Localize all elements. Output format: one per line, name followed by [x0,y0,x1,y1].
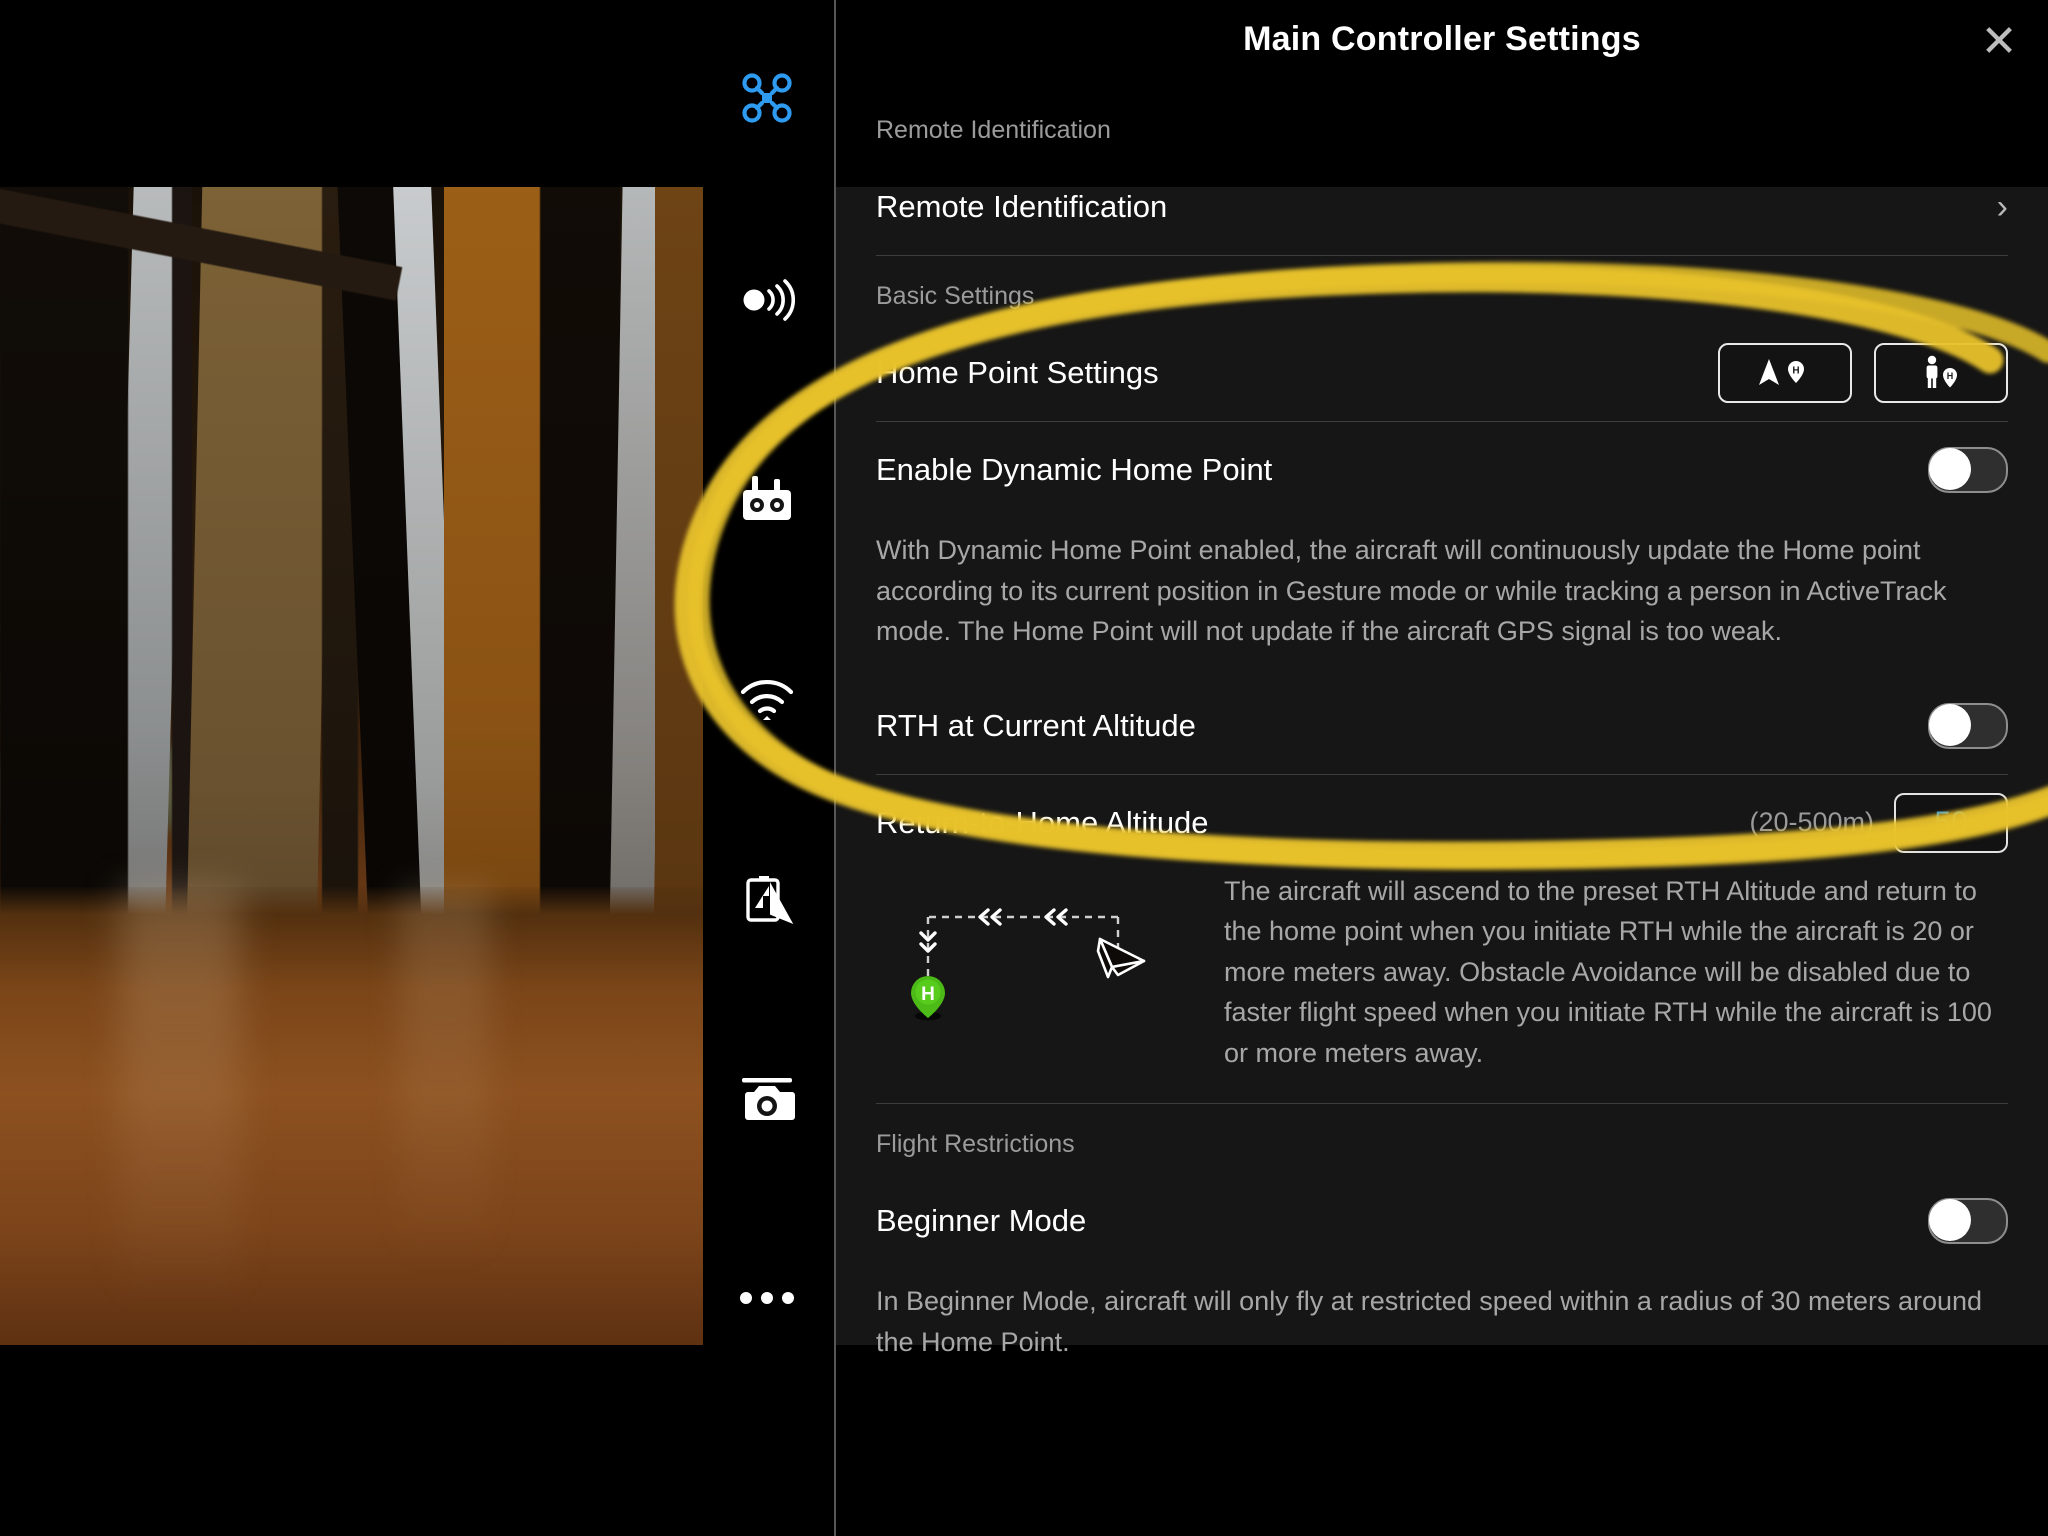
row-label: Home Point Settings [876,355,1159,390]
more-icon [740,1292,794,1304]
dynamic-home-point-description: With Dynamic Home Point enabled, the air… [876,535,1947,646]
settings-scroll-area[interactable]: Remote Identification Remote Identificat… [836,90,2048,1536]
rth-altitude-description: The aircraft will ascend to the preset R… [1224,875,1992,1068]
page-title: Main Controller Settings [1243,20,1641,58]
svg-text:H: H [1792,366,1799,377]
dynamic-home-point-toggle[interactable] [1928,447,2008,493]
sidebar-item-aircraft[interactable] [700,50,834,146]
row-label: RTH at Current Altitude [876,707,1196,743]
row-home-point-settings: Home Point Settings H H [836,325,2048,421]
sidebar-item-remote-controller[interactable] [700,452,834,548]
row-enable-dynamic-home-point: Enable Dynamic Home Point [836,422,2048,518]
rth-altitude-input[interactable]: 50 [1894,792,2008,853]
sidebar-item-more[interactable] [700,1250,834,1346]
panel-header: Main Controller Settings ✕ [836,0,2048,90]
wifi-icon [740,680,794,720]
sidebar-item-transmission[interactable] [700,652,834,748]
svg-text:H: H [1947,371,1954,381]
toggle-knob [1929,703,1971,746]
toggle-knob [1929,1199,1971,1241]
section-heading-remote-identification: Remote Identification [876,116,1111,144]
app-root: Main Controller Settings ✕ Remote Identi… [0,0,2048,1536]
rth-diagram: H [876,871,1206,1032]
rth-altitude-range: (20-500m) [1749,807,1874,837]
home-point-aircraft-button[interactable]: H [1718,343,1852,403]
feed-letterbox-top [0,0,703,187]
row-label: Remote Identification [876,189,1168,224]
person-home-pin-icon: H [1926,355,1957,388]
paper-plane-icon [1096,937,1146,978]
left-icon-rail [700,0,834,1536]
rth-altitude-info: H The aircraft will ascend to the preset… [836,871,2048,1104]
chevron-right-icon: › [1996,188,2008,226]
row-label: Beginner Mode [876,1203,1087,1238]
home-point-person-button[interactable]: H [1874,343,2008,403]
home-point-pin-icon: H [911,975,945,1020]
feed-floor-overlay [0,887,703,1345]
row-label: Return-to-Home Altitude [876,804,1209,840]
camera-icon [742,1078,795,1120]
section-heading-basic-settings: Basic Settings [876,282,1035,310]
sidebar-item-camera[interactable] [700,1052,834,1148]
rth-path-illustration: H [911,907,1146,1020]
beginner-mode-toggle[interactable] [1928,1198,2008,1244]
svg-text:H: H [921,984,935,1005]
rth-altitude-value: 50 [1934,805,1968,839]
sidebar-item-battery[interactable] [700,852,834,948]
row-rth-at-current-altitude: RTH at Current Altitude [836,678,2048,774]
feed-letterbox-bottom [0,1345,703,1536]
row-label: Enable Dynamic Home Point [876,452,1273,487]
beginner-mode-description: In Beginner Mode, aircraft will only fly… [876,1286,1983,1357]
row-remote-identification[interactable]: Remote Identification › [836,159,2048,255]
section-heading-flight-restrictions: Flight Restrictions [876,1130,1075,1158]
feed-floor-glare [120,887,240,1307]
home-point-button-group: H H [1718,343,2008,403]
remote-controller-icon [743,476,791,520]
sensing-icon [743,279,795,321]
rth-current-altitude-toggle[interactable] [1928,702,2008,749]
panel-divider [834,0,836,1536]
battery-icon [746,876,794,924]
sidebar-item-sensing[interactable] [700,252,834,348]
aircraft-icon [742,73,792,123]
feed-floor-glare-2 [400,887,490,1267]
close-icon[interactable]: ✕ [1976,20,2022,66]
toggle-knob [1929,448,1971,490]
camera-feed [0,187,703,1345]
row-return-to-home-altitude: Return-to-Home Altitude (20-500m) 50 [836,775,2048,871]
row-beginner-mode: Beginner Mode [836,1173,2048,1269]
aircraft-home-pin-icon: H [1759,359,1804,385]
